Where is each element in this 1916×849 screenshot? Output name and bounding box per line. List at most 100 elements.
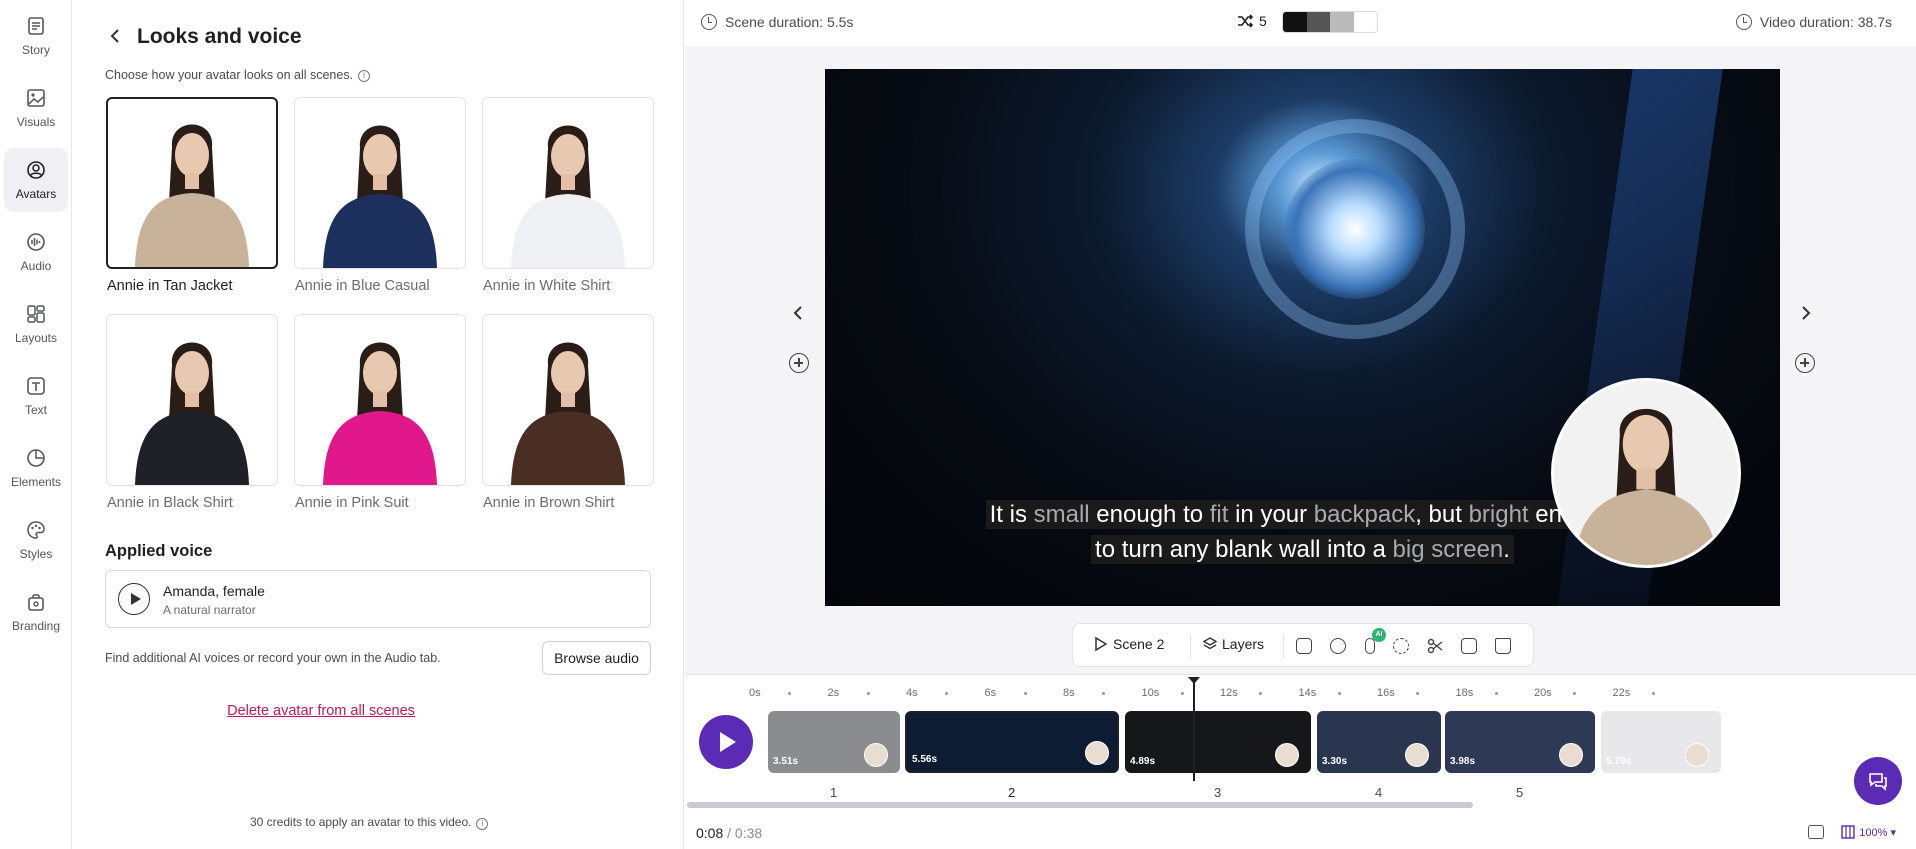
audio-icon — [27, 233, 45, 251]
microphone-icon[interactable] — [1365, 638, 1375, 654]
add-scene-after-icon[interactable] — [1795, 353, 1815, 373]
panel-title: Looks and voice — [137, 25, 302, 48]
color-swatch[interactable] — [1353, 12, 1377, 32]
clip-avatar-thumb — [1085, 741, 1109, 765]
tick-label: 2s — [827, 687, 840, 699]
look-card[interactable] — [106, 97, 278, 269]
scene-duration: Scene duration: 5.5s — [701, 14, 853, 30]
scene-duration-text: Scene duration: 5.5s — [725, 14, 854, 30]
avatar-portrait — [511, 342, 625, 485]
scene-canvas[interactable]: It is small enough to fit in your backpa… — [825, 69, 1780, 606]
subtitle-highlight: to turn any blank wall into a big screen… — [1091, 535, 1514, 564]
clip-avatar-thumb — [1685, 743, 1709, 767]
look-card[interactable] — [106, 314, 278, 486]
applied-voice-card[interactable]: Amanda, female A natural narrator — [105, 570, 651, 628]
rail-item-layouts[interactable]: Layouts — [4, 292, 68, 356]
look-card[interactable] — [294, 314, 466, 486]
look-card[interactable] — [482, 314, 654, 486]
avatar-settings-icon[interactable] — [1330, 638, 1346, 654]
color-swatch[interactable] — [1306, 12, 1330, 32]
subtitle-word: big screen — [1392, 536, 1504, 563]
voice-name: Amanda, female — [163, 583, 265, 599]
next-scene-icon[interactable] — [1796, 304, 1814, 322]
scene-number: 5 — [1516, 785, 1524, 800]
prev-scene-icon[interactable] — [790, 304, 808, 322]
captions-icon[interactable] — [1296, 638, 1312, 654]
subtitle-word: small — [1033, 501, 1090, 528]
story-icon — [28, 17, 44, 35]
tick-label: 10s — [1141, 687, 1160, 699]
rail-item-elements[interactable]: Elements — [4, 436, 68, 500]
back-arrow-icon[interactable] — [106, 26, 126, 46]
clip-duration: 3.30s — [1322, 756, 1348, 767]
left-rail: Story Visuals Avatars Audio Layouts Text Eleme… — [0, 0, 72, 849]
tick-dot — [1102, 692, 1105, 695]
color-swatch[interactable] — [1283, 12, 1307, 32]
video-duration-text: Video duration: 38.7s — [1759, 14, 1892, 30]
rail-item-branding[interactable]: Branding — [4, 580, 68, 644]
look-card-label: Annie in Black Shirt — [107, 495, 233, 511]
subtitle-highlight: It is small enough to fit in your backpa… — [985, 500, 1620, 529]
voice-play-icon[interactable] — [118, 583, 150, 615]
browse-audio-button[interactable]: Browse audio — [542, 641, 651, 675]
scene-selector-button[interactable]: Scene 2 — [1095, 636, 1164, 652]
tick-dot — [1573, 692, 1576, 695]
rail-item-label: Layouts — [14, 331, 58, 345]
app-root: Story Visuals Avatars Audio Layouts Text Eleme… — [0, 0, 1916, 849]
rail-item-avatars[interactable]: Avatars — [4, 148, 68, 212]
rail-item-text[interactable]: Text — [4, 364, 68, 428]
duplicate-icon[interactable] — [1461, 638, 1477, 654]
rail-item-label: Avatars — [15, 187, 57, 201]
toolbar-divider — [1190, 634, 1191, 658]
scene-clip[interactable]: 4.89s — [1125, 711, 1311, 773]
voice-description: A natural narrator — [163, 603, 256, 617]
timeline-scrollbar[interactable] — [687, 802, 1473, 808]
scissors-icon[interactable] — [1427, 638, 1443, 654]
look-card-label: Annie in Blue Casual — [295, 278, 430, 294]
tick-label: 22s — [1612, 687, 1631, 699]
tick-dot — [788, 692, 791, 695]
tick-dot — [1416, 692, 1419, 695]
avatar-pip[interactable] — [1551, 378, 1741, 568]
tick-label: 8s — [1063, 687, 1075, 699]
add-scene-before-icon[interactable] — [789, 353, 809, 373]
fit-view-icon[interactable] — [1808, 825, 1824, 839]
scene-clip[interactable]: 5.56s — [905, 711, 1119, 773]
scene-clip[interactable]: 3.30s — [1317, 711, 1441, 773]
layers-button[interactable]: Layers — [1202, 636, 1265, 652]
palette-icon — [27, 521, 45, 539]
playhead[interactable] — [1188, 677, 1200, 781]
info-icon[interactable]: i — [358, 70, 371, 82]
clip-avatar-thumb — [1559, 743, 1583, 767]
rail-item-story[interactable]: Story — [4, 4, 68, 68]
voice-note: Find additional AI voices or record your… — [105, 651, 441, 665]
chat-support-button[interactable] — [1854, 757, 1902, 805]
rail-item-visuals[interactable]: Visuals — [4, 76, 68, 140]
rail-item-styles[interactable]: Styles — [4, 508, 68, 572]
text-icon — [27, 377, 45, 395]
subtitle-word: fit — [1209, 501, 1229, 528]
trash-icon[interactable] — [1495, 638, 1511, 654]
layers-label: Layers — [1222, 636, 1265, 652]
rail-item-label: Story — [21, 43, 50, 57]
scene-clip[interactable]: 3.51s — [768, 711, 900, 773]
color-swatch[interactable] — [1330, 12, 1354, 32]
look-card[interactable] — [482, 97, 654, 269]
shuffle-icon[interactable] — [1237, 14, 1254, 28]
shuffle-control[interactable]: 5 — [1237, 13, 1267, 29]
info-icon[interactable]: i — [476, 818, 489, 830]
rail-item-label: Audio — [20, 259, 52, 273]
chat-icon — [1869, 773, 1887, 791]
gear-icon[interactable] — [1393, 638, 1409, 654]
zoom-control[interactable]: 100% ▾ — [1841, 825, 1896, 839]
color-swatches[interactable] — [1282, 11, 1378, 33]
scene-clip[interactable]: 5.79s — [1601, 711, 1721, 773]
rail-item-audio[interactable]: Audio — [4, 220, 68, 284]
scene-clip[interactable]: 3.98s — [1445, 711, 1595, 773]
play-button[interactable] — [699, 715, 753, 769]
delete-avatar-link[interactable]: Delete avatar from all scenes — [0, 703, 612, 719]
look-card[interactable] — [294, 97, 466, 269]
toolbar-divider — [1283, 634, 1284, 658]
editor-topbar: Scene duration: 5.5s 5 Video duration: 3… — [685, 0, 1916, 46]
look-card-label: Annie in Pink Suit — [295, 495, 409, 511]
